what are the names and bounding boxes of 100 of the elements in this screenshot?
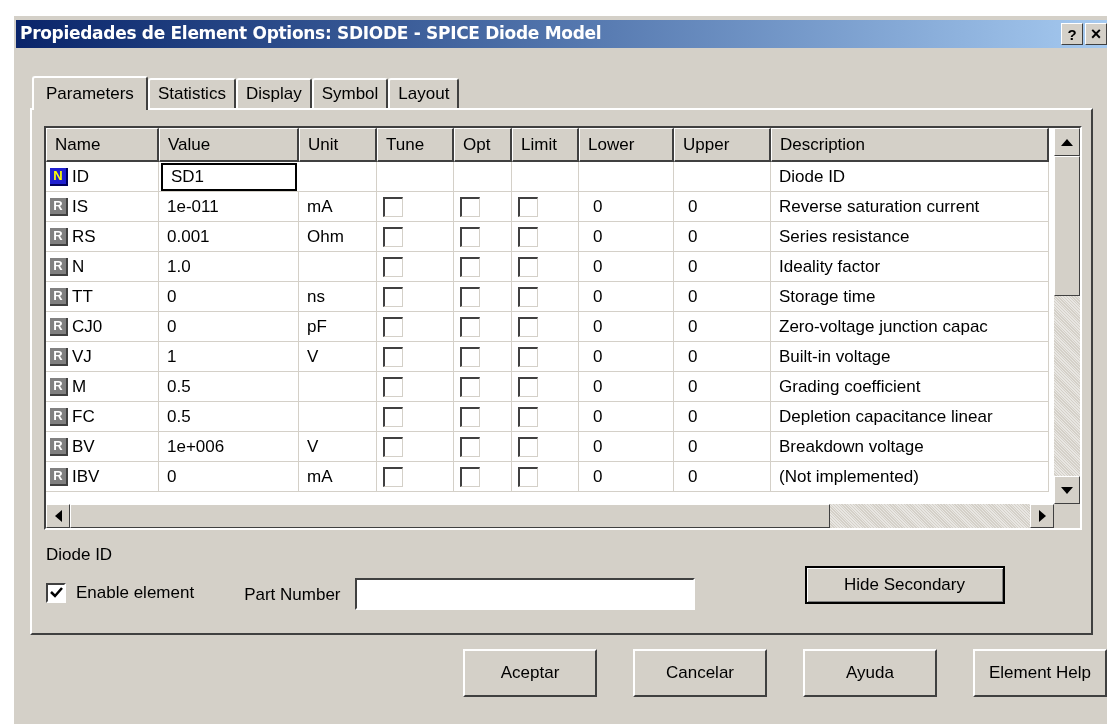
upper-bound: 0	[688, 465, 698, 488]
lower-bound: 0	[593, 345, 603, 368]
tab[interactable]: Parameters	[32, 76, 148, 110]
parameter-name: N	[72, 255, 85, 278]
parameter-description: Built-in voltage	[779, 345, 891, 368]
name-type-icon: N	[50, 167, 68, 186]
lower-bound: 0	[593, 315, 603, 338]
parameter-description: Depletion capacitance linear	[779, 405, 993, 428]
column-header[interactable]: Unit	[299, 128, 377, 162]
real-type-icon: R	[50, 467, 68, 486]
dialog-button[interactable]: Element Help	[973, 649, 1107, 697]
tab[interactable]: Statistics	[147, 78, 236, 108]
checkbox[interactable]	[460, 316, 480, 337]
tab[interactable]: Display	[235, 78, 312, 108]
parameter-value: 0	[167, 315, 177, 338]
part-number-field[interactable]	[354, 577, 695, 610]
column-header[interactable]: Value	[159, 128, 299, 162]
parameter-name: RS	[72, 225, 96, 248]
vertical-scrollbar[interactable]	[1054, 128, 1080, 504]
part-number-label: Part Number	[244, 583, 341, 606]
column-header[interactable]: Limit	[512, 128, 579, 162]
checkbox[interactable]	[460, 436, 480, 457]
checkbox[interactable]	[383, 226, 403, 247]
parameter-description: (Not implemented)	[779, 465, 919, 488]
real-type-icon: R	[50, 257, 68, 276]
parameter-name: VJ	[72, 345, 92, 368]
parameter-description: Ideality factor	[779, 255, 881, 278]
left-arrow-icon	[54, 510, 62, 522]
scroll-thumb[interactable]	[70, 504, 830, 528]
checkbox[interactable]	[518, 436, 538, 457]
checkbox[interactable]	[383, 466, 403, 487]
checkbox[interactable]	[460, 256, 480, 277]
parameter-description: Grading coefficient	[779, 375, 921, 398]
checkbox[interactable]	[460, 466, 480, 487]
dialog-button[interactable]: Cancelar	[633, 649, 767, 697]
parameter-description: Series resistance	[779, 225, 910, 248]
real-type-icon: R	[50, 197, 68, 216]
checkbox[interactable]	[460, 406, 480, 427]
parameter-description: Diode ID	[779, 165, 846, 188]
column-header[interactable]: Opt	[454, 128, 512, 162]
column-header[interactable]: Tune	[377, 128, 454, 162]
tab[interactable]: Layout	[388, 78, 460, 108]
column-header[interactable]: Description	[771, 128, 1049, 162]
upper-bound: 0	[688, 255, 698, 278]
checkbox[interactable]	[518, 256, 538, 277]
column-header[interactable]: Upper	[674, 128, 771, 162]
tab[interactable]: Symbol	[311, 78, 389, 108]
hide-secondary-button[interactable]: Hide Secondary	[804, 565, 1005, 604]
lower-bound: 0	[593, 435, 603, 458]
checkbox[interactable]	[518, 406, 538, 427]
checkbox[interactable]	[383, 256, 403, 277]
checkbox[interactable]	[460, 376, 480, 397]
parameter-unit: Ohm	[307, 225, 344, 248]
dialog-button[interactable]: Ayuda	[803, 649, 937, 697]
parameter-value: 0	[167, 465, 177, 488]
checkbox[interactable]	[518, 376, 538, 397]
horizontal-scrollbar[interactable]	[46, 504, 1080, 528]
checkbox[interactable]	[518, 286, 538, 307]
real-type-icon: R	[50, 407, 68, 426]
checkbox[interactable]	[383, 376, 403, 397]
checkbox[interactable]	[518, 196, 538, 217]
parameter-name: BV	[72, 435, 95, 458]
scroll-right-button[interactable]	[1030, 504, 1054, 528]
lower-bound: 0	[593, 465, 603, 488]
scroll-up-button[interactable]	[1054, 128, 1080, 156]
real-type-icon: R	[50, 317, 68, 336]
checkbox[interactable]	[383, 436, 403, 457]
checkbox[interactable]	[383, 346, 403, 367]
scroll-thumb[interactable]	[1054, 156, 1080, 296]
checkbox[interactable]	[460, 346, 480, 367]
parameter-name: IS	[72, 195, 89, 218]
close-button[interactable]: ×	[1085, 23, 1107, 45]
checkbox[interactable]	[460, 196, 480, 217]
parameter-value: 1.0	[167, 255, 191, 278]
value-field[interactable]: SD1	[161, 162, 297, 191]
help-button[interactable]: ?	[1061, 23, 1083, 45]
checkbox[interactable]	[383, 316, 403, 337]
checkbox[interactable]	[383, 406, 403, 427]
checkbox[interactable]	[460, 286, 480, 307]
checkbox[interactable]	[518, 226, 538, 247]
parameter-value: 1e+006	[167, 435, 225, 458]
checkbox[interactable]	[460, 226, 480, 247]
column-header[interactable]: Name	[46, 128, 159, 162]
scroll-left-button[interactable]	[46, 504, 70, 528]
parameter-name: IBV	[72, 465, 100, 488]
dialog-button[interactable]: Aceptar	[463, 649, 597, 697]
upper-bound: 0	[688, 345, 698, 368]
checkbox[interactable]	[383, 286, 403, 307]
checkbox[interactable]	[518, 316, 538, 337]
checkbox[interactable]	[383, 196, 403, 217]
lower-bound: 0	[593, 195, 603, 218]
checkbox[interactable]	[518, 466, 538, 487]
scroll-down-button[interactable]	[1054, 476, 1080, 504]
checkbox[interactable]	[518, 346, 538, 367]
real-type-icon: R	[50, 437, 68, 456]
column-header[interactable]: Lower	[579, 128, 674, 162]
upper-bound: 0	[688, 195, 698, 218]
enable-element-checkbox[interactable]: Enable element	[46, 579, 195, 606]
parameter-name: TT	[72, 285, 93, 308]
upper-bound: 0	[688, 315, 698, 338]
